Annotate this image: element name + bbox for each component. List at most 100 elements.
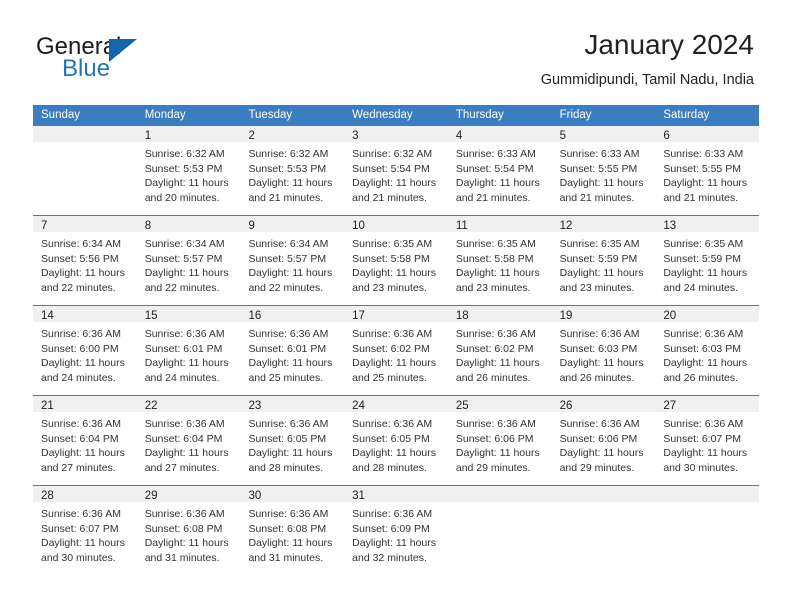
calendar-week-row: 21 Sunrise: 6:36 AM Sunset: 6:04 PM Dayligh… — [33, 395, 760, 485]
calendar-day-cell[interactable]: 5 Sunrise: 6:33 AM Sunset: 5:55 PM Daylight… — [551, 126, 656, 215]
daylight-text-line2: and 21 minutes. — [559, 191, 635, 204]
calendar-day-cell[interactable]: 16 Sunrise: 6:36 AM Sunset: 6:01 PM Dayligh… — [240, 306, 345, 395]
day-cell-body: Sunrise: 6:35 AM Sunset: 5:58 PM Daylight:… — [344, 232, 448, 295]
day-number: 31 — [352, 490, 365, 502]
day-number-band: 5 — [551, 126, 656, 142]
sunset-text: Sunset: 6:08 PM — [144, 522, 223, 535]
day-number-band: 31 — [344, 486, 448, 502]
daylight-text-line1: Daylight: 11 hours — [41, 537, 125, 549]
daylight-text-line1: Daylight: 11 hours — [144, 267, 229, 279]
calendar-grid: Sunday Monday Tuesday Wednesday Thursday Frid… — [33, 105, 760, 575]
day-cell-body: Sunrise: 6:35 AM Sunset: 5:59 PM Daylight:… — [552, 232, 656, 295]
weekday-header-tuesday: Tuesday — [248, 109, 293, 121]
general-blue-logo[interactable]: General Blue — [36, 34, 236, 90]
sunrise-text: Sunrise: 6:36 AM — [559, 418, 640, 430]
sunset-text: Sunset: 5:57 PM — [144, 252, 223, 265]
day-cell-body: Sunrise: 6:36 AM Sunset: 6:01 PM Daylight:… — [137, 322, 241, 385]
day-cell-body — [33, 142, 137, 147]
sunrise-text: Sunrise: 6:36 AM — [41, 418, 121, 430]
day-cell-body: Sunrise: 6:33 AM Sunset: 5:55 PM Daylight:… — [552, 142, 656, 205]
calendar-day-cell[interactable]: 14 Sunrise: 6:36 AM Sunset: 6:00 PM Dayligh… — [33, 306, 137, 395]
daylight-text-line2: and 23 minutes. — [455, 281, 531, 294]
day-number: 11 — [455, 220, 468, 232]
day-cell-body: Sunrise: 6:36 AM Sunset: 6:02 PM Daylight:… — [448, 322, 552, 385]
day-number: 21 — [41, 400, 54, 412]
sunset-text: Sunset: 6:01 PM — [144, 342, 223, 355]
calendar-day-cell-empty — [655, 486, 760, 575]
title-block: January 2024 Gummidipundi, Tamil Nadu, I… — [541, 28, 754, 89]
calendar-day-cell[interactable]: 23 Sunrise: 6:36 AM Sunset: 6:05 PM Dayligh… — [240, 396, 345, 485]
day-number: 18 — [455, 310, 469, 322]
day-cell-body: Sunrise: 6:33 AM Sunset: 5:55 PM Daylight:… — [655, 142, 759, 205]
sunrise-text: Sunrise: 6:35 AM — [663, 238, 744, 250]
day-number-band: 22 — [136, 396, 241, 412]
day-number: 19 — [559, 310, 573, 322]
weekday-header-monday: Monday — [144, 109, 186, 121]
calendar-day-cell[interactable]: 10 Sunrise: 6:35 AM Sunset: 5:58 PM Dayligh… — [344, 216, 448, 305]
daylight-text-line2: and 32 minutes. — [352, 551, 427, 564]
calendar-day-cell[interactable]: 25 Sunrise: 6:36 AM Sunset: 6:06 PM Dayligh… — [447, 396, 552, 485]
calendar-page: General Blue January 2024 Gummidipundi, … — [0, 0, 792, 612]
calendar-day-cell[interactable]: 7 Sunrise: 6:34 AM Sunset: 5:56 PM Daylight… — [33, 216, 137, 305]
calendar-day-cell[interactable]: 31 Sunrise: 6:36 AM Sunset: 6:09 PM Dayligh… — [344, 486, 448, 575]
calendar-day-cell[interactable]: 12 Sunrise: 6:35 AM Sunset: 5:59 PM Dayligh… — [551, 216, 656, 305]
sunset-text: Sunset: 6:05 PM — [248, 432, 327, 445]
daylight-text-line2: and 24 minutes. — [41, 371, 116, 384]
daylight-text-line2: and 29 minutes. — [559, 461, 635, 474]
calendar-day-cell[interactable]: 28 Sunrise: 6:36 AM Sunset: 6:07 PM Dayligh… — [33, 486, 137, 575]
sunrise-text: Sunrise: 6:34 AM — [41, 238, 121, 250]
sunrise-text: Sunrise: 6:34 AM — [144, 238, 225, 250]
sunrise-text: Sunrise: 6:35 AM — [455, 238, 536, 250]
daylight-text-line1: Daylight: 11 hours — [455, 357, 540, 369]
calendar-day-cell[interactable]: 15 Sunrise: 6:36 AM Sunset: 6:01 PM Dayligh… — [136, 306, 241, 395]
day-cell-body: Sunrise: 6:36 AM Sunset: 6:05 PM Daylight:… — [344, 412, 448, 475]
calendar-week-cells: 7 Sunrise: 6:34 AM Sunset: 5:56 PM Daylight… — [33, 216, 760, 305]
calendar-day-cell[interactable]: 3 Sunrise: 6:32 AM Sunset: 5:54 PM Daylight… — [344, 126, 448, 215]
calendar-day-cell[interactable]: 11 Sunrise: 6:35 AM Sunset: 5:58 PM Dayligh… — [447, 216, 552, 305]
calendar-day-cell[interactable]: 4 Sunrise: 6:33 AM Sunset: 5:54 PM Daylight… — [447, 126, 552, 215]
daylight-text-line2: and 21 minutes. — [248, 191, 324, 204]
calendar-day-cell[interactable]: 1 Sunrise: 6:32 AM Sunset: 5:53 PM Daylight… — [136, 126, 241, 215]
daylight-text-line2: and 27 minutes. — [144, 461, 220, 474]
calendar-weeks: 1 Sunrise: 6:32 AM Sunset: 5:53 PM Daylight… — [33, 126, 760, 575]
calendar-day-cell[interactable]: 6 Sunrise: 6:33 AM Sunset: 5:55 PM Daylight… — [655, 126, 760, 215]
day-number-band — [655, 486, 760, 502]
calendar-day-cell[interactable]: 2 Sunrise: 6:32 AM Sunset: 5:53 PM Daylight… — [240, 126, 345, 215]
daylight-text-line2: and 31 minutes. — [144, 551, 220, 564]
day-number-band: 7 — [33, 216, 137, 232]
sunset-text: Sunset: 6:05 PM — [352, 432, 430, 445]
sunrise-text: Sunrise: 6:33 AM — [559, 148, 640, 160]
day-cell-body: Sunrise: 6:35 AM Sunset: 5:59 PM Daylight:… — [655, 232, 759, 295]
daylight-text-line2: and 28 minutes. — [352, 461, 427, 474]
calendar-day-cell[interactable]: 9 Sunrise: 6:34 AM Sunset: 5:57 PM Daylight… — [240, 216, 345, 305]
day-number-band — [33, 126, 137, 142]
day-number-band: 13 — [655, 216, 760, 232]
calendar-day-cell[interactable]: 8 Sunrise: 6:34 AM Sunset: 5:57 PM Daylight… — [136, 216, 241, 305]
day-number: 26 — [559, 400, 573, 412]
calendar-day-cell[interactable]: 26 Sunrise: 6:36 AM Sunset: 6:06 PM Dayligh… — [551, 396, 656, 485]
sunset-text: Sunset: 6:07 PM — [41, 522, 119, 535]
calendar-day-cell[interactable]: 27 Sunrise: 6:36 AM Sunset: 6:07 PM Dayligh… — [655, 396, 760, 485]
daylight-text-line1: Daylight: 11 hours — [352, 267, 437, 279]
day-number-band: 27 — [655, 396, 760, 412]
daylight-text-line1: Daylight: 11 hours — [248, 537, 333, 549]
calendar-day-cell[interactable]: 20 Sunrise: 6:36 AM Sunset: 6:03 PM Dayligh… — [655, 306, 760, 395]
calendar-day-cell[interactable]: 21 Sunrise: 6:36 AM Sunset: 6:04 PM Dayligh… — [33, 396, 137, 485]
day-number: 5 — [559, 130, 566, 142]
day-number: 23 — [248, 400, 262, 412]
calendar-week-cells: 14 Sunrise: 6:36 AM Sunset: 6:00 PM Dayligh… — [33, 306, 760, 395]
calendar-day-cell[interactable]: 13 Sunrise: 6:35 AM Sunset: 5:59 PM Dayligh… — [655, 216, 760, 305]
daylight-text-line1: Daylight: 11 hours — [559, 357, 644, 369]
day-cell-body: Sunrise: 6:34 AM Sunset: 5:57 PM Daylight:… — [137, 232, 241, 295]
calendar-day-cell[interactable]: 29 Sunrise: 6:36 AM Sunset: 6:08 PM Dayligh… — [136, 486, 241, 575]
daylight-text-line1: Daylight: 11 hours — [663, 267, 748, 279]
calendar-day-cell[interactable]: 19 Sunrise: 6:36 AM Sunset: 6:03 PM Dayligh… — [551, 306, 656, 395]
daylight-text-line1: Daylight: 11 hours — [144, 447, 229, 459]
calendar-day-cell[interactable]: 22 Sunrise: 6:36 AM Sunset: 6:04 PM Dayligh… — [136, 396, 241, 485]
calendar-day-cell[interactable]: 24 Sunrise: 6:36 AM Sunset: 6:05 PM Dayligh… — [344, 396, 448, 485]
calendar-day-cell[interactable]: 18 Sunrise: 6:36 AM Sunset: 6:02 PM Dayligh… — [447, 306, 552, 395]
daylight-text-line1: Daylight: 11 hours — [559, 267, 644, 279]
sunset-text: Sunset: 6:04 PM — [144, 432, 223, 445]
calendar-day-cell[interactable]: 17 Sunrise: 6:36 AM Sunset: 6:02 PM Dayligh… — [344, 306, 448, 395]
calendar-day-cell[interactable]: 30 Sunrise: 6:36 AM Sunset: 6:08 PM Dayligh… — [240, 486, 345, 575]
